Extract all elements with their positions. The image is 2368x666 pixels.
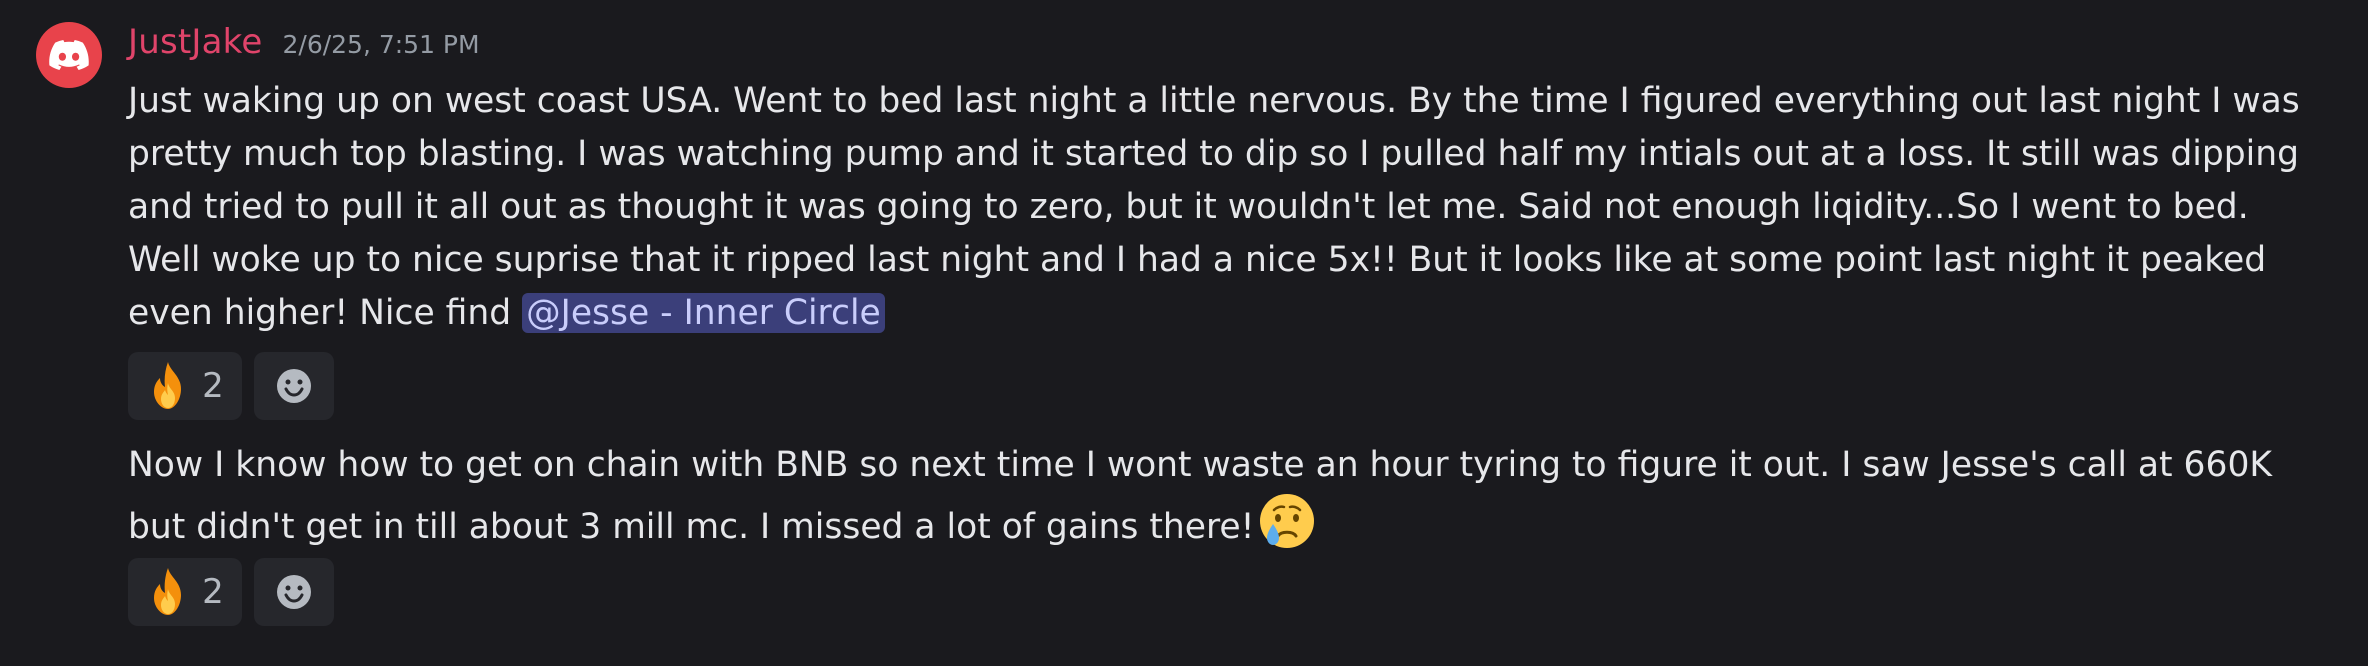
add-reaction-button[interactable]	[254, 352, 334, 420]
add-reaction-icon	[277, 369, 311, 403]
reaction-fire[interactable]: 2	[128, 352, 242, 420]
add-reaction-button-2[interactable]	[254, 558, 334, 626]
reaction-fire-2[interactable]: 2	[128, 558, 242, 626]
username[interactable]: JustJake	[128, 22, 262, 62]
message-header: JustJake 2/6/25, 7:51 PM	[128, 22, 480, 78]
timestamp[interactable]: 2/6/25, 7:51 PM	[282, 30, 479, 59]
reaction-bar: 2	[128, 352, 334, 420]
reaction-bar-2: 2	[128, 558, 334, 626]
message-group: JustJake 2/6/25, 7:51 PM Just waking up …	[0, 0, 2368, 666]
user-mention[interactable]: @Jesse - Inner Circle	[522, 293, 885, 333]
message-text-2: Now I know how to get on chain with BNB …	[128, 445, 2273, 547]
add-reaction-icon	[277, 575, 311, 609]
fire-emoji	[154, 568, 182, 615]
reaction-count: 2	[202, 572, 224, 612]
reaction-count: 2	[202, 366, 224, 406]
user-avatar[interactable]	[36, 22, 102, 88]
crying-face-emoji	[1260, 494, 1315, 548]
fire-emoji	[154, 362, 182, 409]
message-text: Just waking up on west coast USA. Went t…	[128, 81, 2300, 333]
discord-logo-icon	[49, 40, 89, 70]
message-content-2: Now I know how to get on chain with BNB …	[128, 439, 2328, 554]
message-content: Just waking up on west coast USA. Went t…	[128, 75, 2328, 340]
